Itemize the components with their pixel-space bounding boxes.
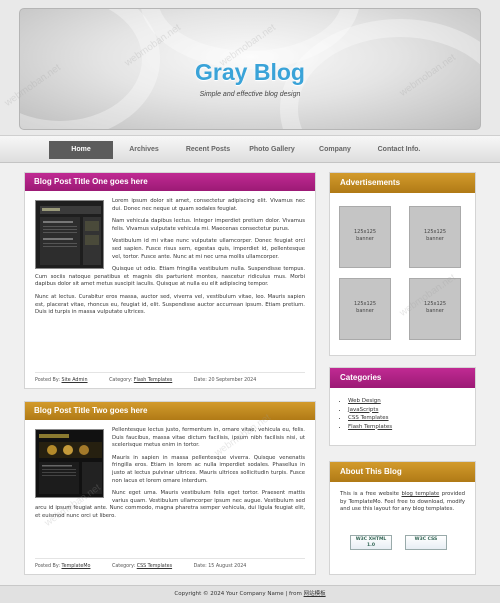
category-link-css-templates[interactable]: CSS Templates (348, 415, 389, 421)
menu-item-recent-posts[interactable]: Recent Posts (178, 141, 238, 159)
posted-by-label: Posted By: (35, 564, 60, 569)
ad-banner[interactable]: 125x125 banner (409, 206, 461, 268)
menu-item-company[interactable]: Company (306, 141, 364, 159)
banner-size-label: 125x125 (423, 301, 447, 307)
post-date: Date: 15 August 2024 (193, 564, 247, 569)
css-valid-badge[interactable]: W3C CSS (405, 535, 447, 550)
about-text-pre: This is a free website (340, 491, 402, 497)
list-item: CSS Templates (348, 414, 475, 423)
post-title[interactable]: Blog Post Title Two goes here (25, 402, 315, 420)
footer-copyright: Copyright © 2024 Your Company Name | fro… (174, 591, 304, 597)
site-title[interactable]: Gray Blog (20, 59, 480, 86)
footer-link[interactable]: 网站模板 (304, 591, 326, 597)
header-banner: Gray Blog Simple and effective blog desi… (19, 8, 481, 130)
category-label: Category: (109, 378, 133, 383)
post-paragraph: Quisque ut odio. Etiam fringilla vestibu… (35, 266, 305, 288)
banner-size-label: 125x125 (353, 301, 377, 307)
post-meta: Posted By: TemplateMo Category: CSS Temp… (35, 558, 305, 575)
list-item: Flash Templates (348, 423, 475, 432)
category-link-flash-templates[interactable]: Flash Templates (348, 424, 392, 430)
ad-banner[interactable]: 125x125 banner (339, 278, 391, 340)
categories-title: Categories (330, 368, 475, 388)
ad-banner[interactable]: 125x125 banner (339, 206, 391, 268)
post-paragraph: Nunc at lectus. Curabitur eros massa, au… (35, 293, 305, 316)
about-text: This is a free website blog template pro… (330, 482, 475, 514)
about-panel: About This Blog This is a free website b… (329, 461, 476, 575)
posted-by-label: Posted By: (35, 378, 60, 383)
post-body: Pellentesque lectus justo, fermentum in,… (25, 420, 315, 558)
banner-label: banner (426, 236, 444, 242)
post-body: Lorem ipsum dolor sit amet, consectetur … (25, 191, 315, 372)
list-item: Web Design (348, 397, 475, 406)
menu-item-photo-gallery[interactable]: Photo Gallery (243, 141, 301, 159)
ads-title: Advertisements (330, 173, 475, 193)
main-menu: Home Archives Recent Posts Photo Gallery… (0, 135, 500, 163)
ad-banner[interactable]: 125x125 banner (409, 278, 461, 340)
banner-size-label: 125x125 (423, 229, 447, 235)
xhtml-valid-badge[interactable]: W3C XHTML 1.0 (350, 535, 392, 550)
menu-item-archives[interactable]: Archives (116, 141, 172, 159)
list-item: JavaScripts (348, 406, 475, 415)
post-thumbnail[interactable] (35, 429, 104, 498)
categories-list: Web Design JavaScripts CSS Templates Fla… (330, 388, 475, 439)
author-link[interactable]: Site Admin (62, 378, 88, 383)
post-date: Date: 20 September 2024 (193, 378, 257, 383)
category-link-web-design[interactable]: Web Design (348, 398, 381, 404)
category-link-javascripts[interactable]: JavaScripts (348, 407, 378, 413)
menu-item-home[interactable]: Home (49, 141, 113, 159)
categories-panel: Categories Web Design JavaScripts CSS Te… (329, 367, 476, 446)
author-link[interactable]: TemplateMo (62, 564, 91, 569)
about-title: About This Blog (330, 462, 475, 482)
category-link[interactable]: CSS Templates (137, 564, 172, 569)
banner-label: banner (426, 308, 444, 314)
category-label: Category: (112, 564, 136, 569)
header-area: Gray Blog Simple and effective blog desi… (0, 0, 500, 140)
site-slogan: Simple and effective blog design (199, 91, 301, 98)
post-two: Blog Post Title Two goes here Pellentesq… (24, 401, 316, 575)
post-thumbnail[interactable] (35, 200, 104, 269)
menu-item-contact[interactable]: Contact Info. (368, 141, 430, 159)
footer: Copyright © 2024 Your Company Name | fro… (0, 585, 500, 603)
post-title[interactable]: Blog Post Title One goes here (25, 173, 315, 191)
post-meta: Posted By: Site Admin Category: Flash Te… (35, 372, 305, 389)
category-link[interactable]: Flash Templates (134, 378, 172, 383)
banner-size-label: 125x125 (353, 229, 377, 235)
banner-label: banner (356, 236, 374, 242)
post-one: Blog Post Title One goes here Lorem ipsu… (24, 172, 316, 389)
ads-panel: Advertisements 125x125 banner 125x125 ba… (329, 172, 476, 356)
banner-label: banner (356, 308, 374, 314)
about-template-link[interactable]: blog template (401, 491, 439, 497)
